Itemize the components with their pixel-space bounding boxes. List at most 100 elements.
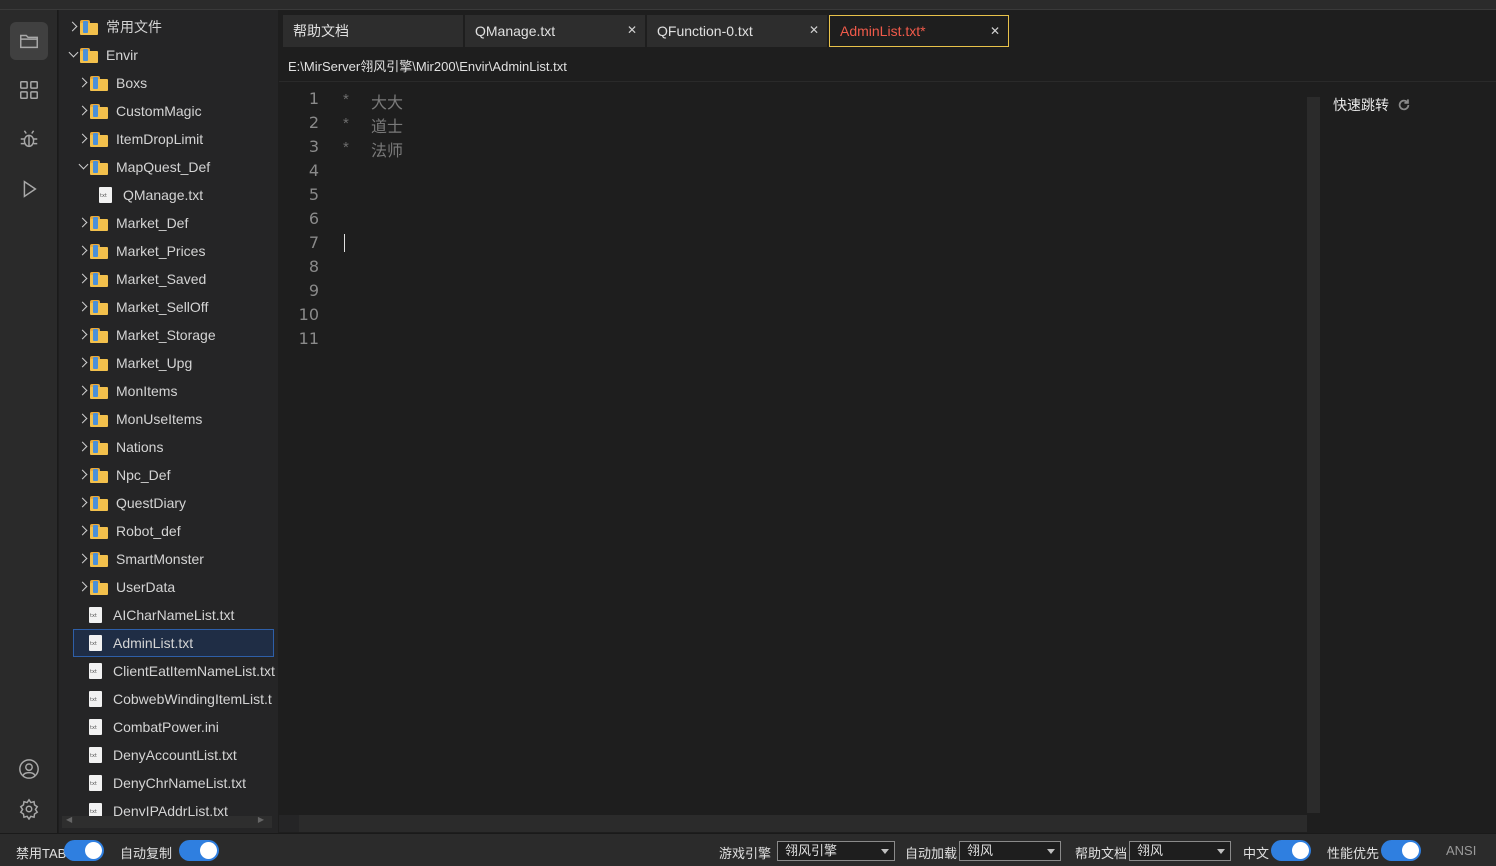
tree-item-label: ItemDropLimit [116, 131, 204, 147]
encoding-indicator[interactable]: ANSI [1446, 843, 1476, 858]
tree-folder-item[interactable]: MapQuest_Def [59, 153, 278, 181]
folder-icon [20, 34, 38, 49]
tab-label: QFunction-0.txt [657, 23, 753, 39]
tree-file-item[interactable]: CombatPower.ini [59, 713, 278, 741]
debug-button[interactable] [10, 120, 48, 158]
chevron-right-icon[interactable] [77, 553, 89, 565]
folder-icon [90, 355, 108, 371]
tree-folder-item[interactable]: Market_Prices [59, 237, 278, 265]
account-button[interactable] [10, 750, 48, 788]
tab-qfunction[interactable]: QFunction-0.txt ✕ [647, 15, 827, 47]
tree-folder-item[interactable]: QuestDiary [59, 489, 278, 517]
folder-icon [90, 243, 108, 259]
title-bar [0, 0, 1496, 10]
tree-folder-item[interactable]: CustomMagic [59, 97, 278, 125]
perf-toggle[interactable] [1381, 840, 1421, 861]
tree-folder-item[interactable]: Robot_def [59, 517, 278, 545]
chevron-right-icon[interactable] [77, 301, 89, 313]
folder-icon [90, 159, 108, 175]
chevron-right-icon[interactable] [77, 413, 89, 425]
close-icon[interactable]: ✕ [627, 23, 637, 37]
tree-folder-item[interactable]: Market_Saved [59, 265, 278, 293]
engine-select[interactable]: 翎风引擎 [777, 841, 895, 861]
folder-icon [90, 495, 108, 511]
text-file-icon [89, 747, 102, 763]
tree-folder-item[interactable]: 常用文件 [59, 13, 278, 41]
folder-icon [90, 215, 108, 231]
tree-file-item[interactable]: DenyChrNameList.txt [59, 769, 278, 797]
text-file-icon [89, 691, 102, 707]
tree-file-item[interactable]: DenyAccountList.txt [59, 741, 278, 769]
tree-file-item[interactable]: AICharNameList.txt [59, 601, 278, 629]
tree-file-item[interactable]: CobwebWindingItemList.t [59, 685, 278, 713]
tree-file-item[interactable]: AdminList.txt [73, 629, 274, 657]
tab-qmanage[interactable]: QManage.txt ✕ [465, 15, 645, 47]
editor-horizontal-scrollbar[interactable] [299, 815, 1307, 832]
chevron-right-icon[interactable] [77, 245, 89, 257]
chevron-right-icon[interactable] [77, 217, 89, 229]
chevron-right-icon[interactable] [77, 581, 89, 593]
tree-folder-item[interactable]: ItemDropLimit [59, 125, 278, 153]
code-line-text: 大大 [371, 95, 404, 112]
chevron-down-icon[interactable] [67, 49, 79, 61]
line-number: 7 [308, 233, 319, 252]
chevron-down-icon[interactable] [77, 161, 89, 173]
chevron-right-icon[interactable] [77, 525, 89, 537]
chevron-down-icon [1047, 849, 1055, 854]
disable-tab-toggle[interactable] [64, 840, 104, 861]
close-icon[interactable]: ✕ [809, 23, 819, 37]
tree-folder-item[interactable]: Market_SellOff [59, 293, 278, 321]
line-number: 8 [308, 257, 319, 276]
tree-folder-item[interactable]: Npc_Def [59, 461, 278, 489]
line-number: 1 [308, 89, 319, 108]
tree-horizontal-scrollbar[interactable] [62, 815, 272, 828]
tree-folder-item[interactable]: Boxs [59, 69, 278, 97]
tree-folder-item[interactable]: MonUseItems [59, 405, 278, 433]
folder-icon [90, 523, 108, 539]
settings-button[interactable] [10, 790, 48, 828]
chevron-right-icon[interactable] [77, 273, 89, 285]
chevron-right-icon[interactable] [67, 21, 79, 33]
chevron-right-icon[interactable] [77, 497, 89, 509]
tree-file-item[interactable]: QManage.txt [59, 181, 278, 209]
chevron-right-icon[interactable] [77, 385, 89, 397]
tree-folder-item[interactable]: Envir [59, 41, 278, 69]
chinese-toggle[interactable] [1271, 840, 1311, 861]
autoload-select[interactable]: 翎风 [959, 841, 1061, 861]
chevron-right-icon[interactable] [77, 441, 89, 453]
help-doc-select[interactable]: 翎风 [1129, 841, 1231, 861]
text-file-icon [89, 635, 102, 651]
explorer-button[interactable] [10, 22, 48, 60]
tree-item-label: CombatPower.ini [113, 719, 219, 735]
run-button[interactable] [10, 170, 48, 208]
close-icon[interactable]: ✕ [990, 24, 1000, 38]
chevron-right-icon[interactable] [77, 469, 89, 481]
tab-help-doc[interactable]: 帮助文档 [283, 15, 463, 47]
tree-file-item[interactable]: ClientEatItemNameList.txt [59, 657, 278, 685]
extensions-button[interactable] [10, 71, 48, 109]
code-editor[interactable]: 1 2 3 4 5 6 7 8 9 10 11 * 大大 * 道士 * 法师 [279, 83, 1307, 813]
file-path-bar: E:\MirServer翎风引擎\Mir200\Envir\AdminList.… [279, 50, 1496, 82]
chevron-right-icon[interactable] [77, 133, 89, 145]
tree-folder-item[interactable]: Market_Storage [59, 321, 278, 349]
tree-folder-item[interactable]: MonItems [59, 377, 278, 405]
auto-copy-toggle[interactable] [179, 840, 219, 861]
tree-folder-item[interactable]: SmartMonster [59, 545, 278, 573]
chevron-right-icon[interactable] [77, 329, 89, 341]
quick-jump-header: 快速跳转 [1333, 95, 1411, 115]
tree-folder-item[interactable]: Market_Upg [59, 349, 278, 377]
tree-item-label: AdminList.txt [113, 635, 194, 651]
folder-icon [90, 411, 108, 427]
code-comment-marker: * [343, 91, 349, 108]
chevron-right-icon[interactable] [77, 357, 89, 369]
chevron-right-icon[interactable] [77, 77, 89, 89]
chevron-right-icon[interactable] [77, 105, 89, 117]
tree-folder-item[interactable]: Market_Def [59, 209, 278, 237]
tab-adminlist[interactable]: AdminList.txt* ✕ [829, 15, 1009, 47]
tree-item-label: DenyAccountList.txt [113, 747, 237, 763]
tree-folder-item[interactable]: UserData [59, 573, 278, 601]
editor-vertical-scrollbar[interactable] [1307, 97, 1320, 813]
line-number: 4 [308, 161, 319, 180]
refresh-icon[interactable] [1397, 98, 1411, 112]
tree-folder-item[interactable]: Nations [59, 433, 278, 461]
